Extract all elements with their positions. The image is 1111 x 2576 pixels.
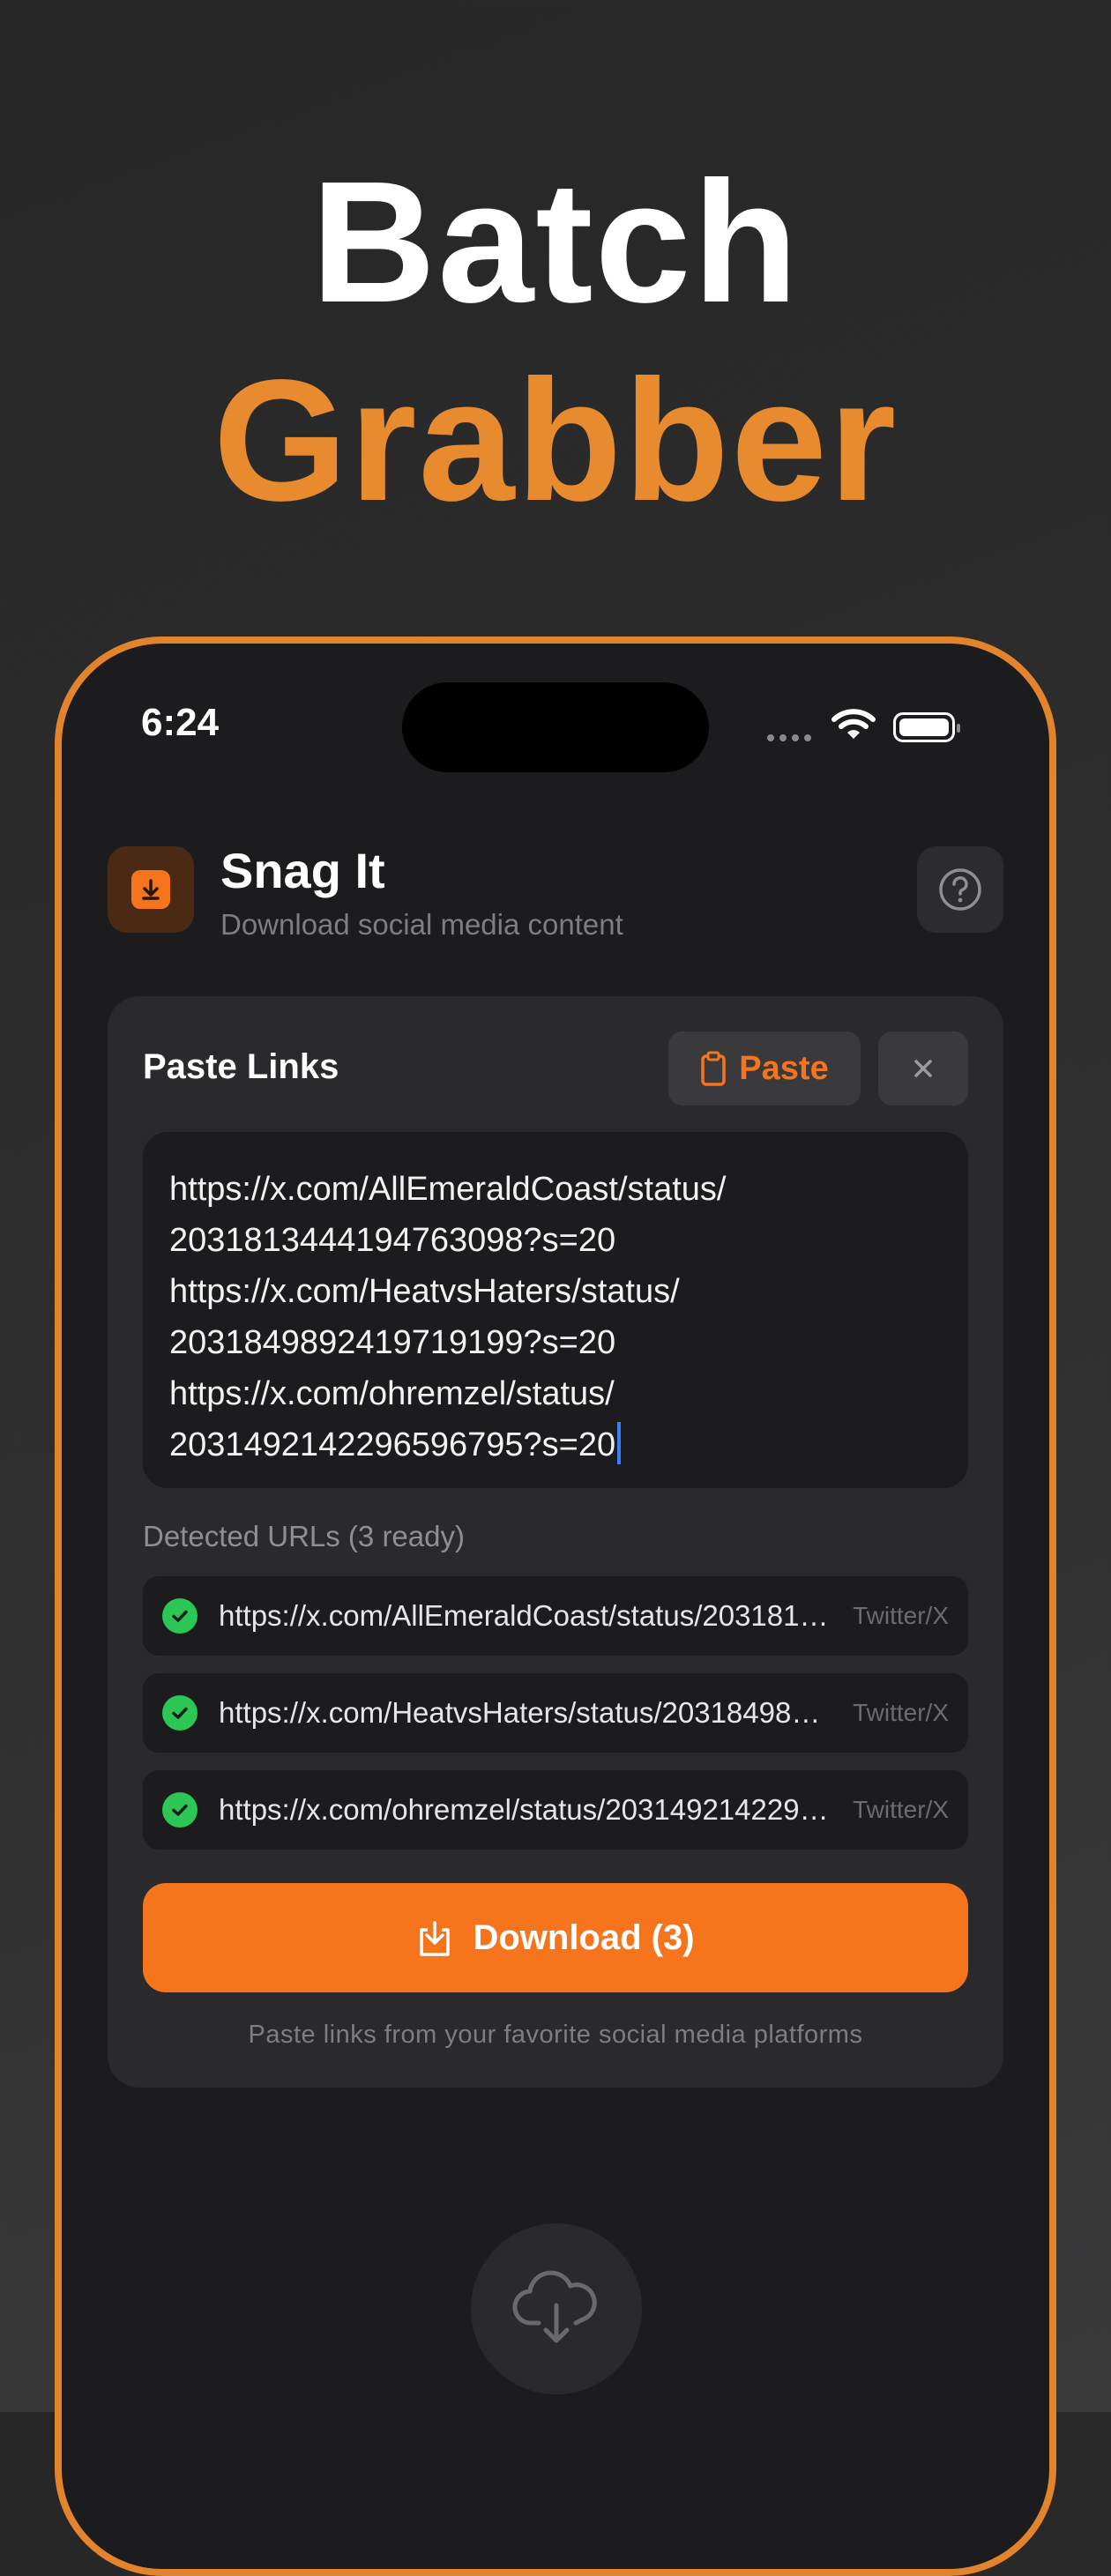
card-title: Paste Links bbox=[143, 1047, 339, 1086]
hero-title-line1: Batch bbox=[310, 145, 801, 339]
url-list-item: https://x.com/HeatvsHaters/status/203184… bbox=[143, 1673, 968, 1753]
url-text: https://x.com/AllEmeraldCoast/status/203… bbox=[219, 1599, 836, 1632]
paste-button[interactable]: Paste bbox=[668, 1031, 861, 1106]
download-button[interactable]: Download (3) bbox=[143, 1883, 968, 1992]
app-subtitle: Download social media content bbox=[220, 908, 623, 941]
url-list-item: https://x.com/AllEmeraldCoast/status/203… bbox=[143, 1576, 968, 1656]
dynamic-island bbox=[402, 682, 709, 772]
footnote-text: Paste links from your favorite social me… bbox=[248, 2021, 863, 2049]
download-icon bbox=[131, 870, 170, 909]
battery-icon bbox=[893, 712, 960, 742]
textarea-line: https://x.com/AllEmeraldCoast/status/ bbox=[169, 1171, 727, 1208]
platform-label: Twitter/X bbox=[853, 1796, 949, 1823]
url-text: https://x.com/HeatvsHaters/status/203184… bbox=[219, 1696, 836, 1729]
links-textarea[interactable]: https://x.com/AllEmeraldCoast/status/ 20… bbox=[143, 1132, 968, 1488]
wifi-icon bbox=[831, 709, 876, 739]
platform-label: Twitter/X bbox=[853, 1602, 949, 1629]
detected-urls-label: Detected URLs (3 ready) bbox=[143, 1520, 465, 1552]
text-caret bbox=[617, 1422, 622, 1464]
app-logo bbox=[108, 846, 194, 933]
help-button[interactable] bbox=[917, 846, 1003, 933]
url-text: https://x.com/ohremzel/status/2031492142… bbox=[219, 1793, 836, 1826]
textarea-line-text: 2031492142296596795?s=20 bbox=[169, 1426, 616, 1463]
textarea-line: https://x.com/ohremzel/status/ bbox=[169, 1375, 615, 1412]
textarea-line: 2031849892419719199?s=20 bbox=[169, 1324, 616, 1361]
check-circle-icon bbox=[162, 1792, 198, 1828]
cloud-download-button[interactable] bbox=[471, 2223, 642, 2394]
textarea-line: 2031813444194763098?s=20 bbox=[169, 1222, 616, 1259]
platform-label: Twitter/X bbox=[853, 1699, 949, 1726]
clipboard-icon bbox=[701, 1051, 727, 1086]
url-list-item: https://x.com/ohremzel/status/2031492142… bbox=[143, 1770, 968, 1850]
hero-title-line2: Grabber bbox=[213, 344, 898, 537]
close-icon bbox=[914, 1060, 932, 1077]
check-circle-icon bbox=[162, 1598, 198, 1634]
signal-icon bbox=[767, 734, 811, 741]
status-time: 6:24 bbox=[141, 701, 220, 744]
download-button-label: Download (3) bbox=[473, 1917, 695, 1957]
clear-button[interactable] bbox=[878, 1031, 968, 1106]
app-title: Snag It bbox=[220, 843, 385, 898]
question-circle-icon bbox=[939, 868, 981, 911]
textarea-line-last: 2031492142296596795?s=20 bbox=[169, 1419, 942, 1470]
textarea-line: https://x.com/HeatvsHaters/status/ bbox=[169, 1273, 680, 1310]
paste-button-label: Paste bbox=[739, 1049, 829, 1087]
cloud-download-icon bbox=[512, 2270, 597, 2343]
check-circle-icon bbox=[162, 1695, 198, 1731]
download-tray-icon bbox=[420, 1921, 451, 1956]
